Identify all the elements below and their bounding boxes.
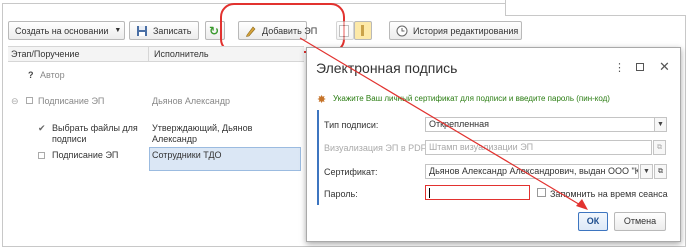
annotation-arrow [299, 37, 588, 210]
